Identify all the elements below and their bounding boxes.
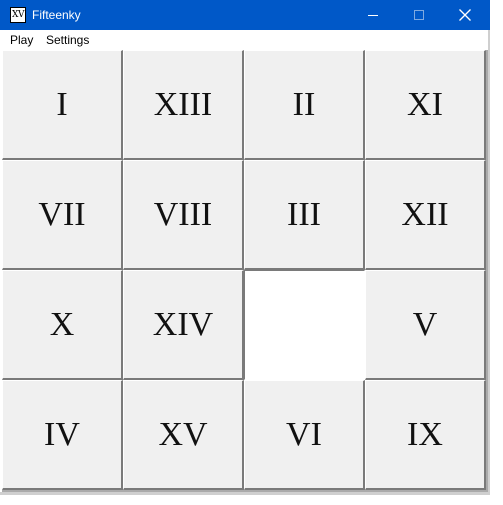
tile[interactable]: XIV — [123, 270, 244, 380]
tile[interactable]: X — [2, 270, 123, 380]
tile[interactable]: XII — [365, 160, 486, 270]
close-icon — [459, 9, 471, 21]
app-icon: XV — [10, 7, 26, 23]
tile[interactable]: XI — [365, 50, 486, 160]
menu-settings[interactable]: Settings — [46, 30, 89, 50]
app-window: XV Fifteenky Play Settings I XIII II XI — [0, 0, 490, 495]
tile[interactable]: IV — [2, 380, 123, 490]
minimize-icon — [368, 15, 378, 16]
tile[interactable]: I — [2, 50, 123, 160]
window-frame-bottom — [0, 492, 490, 495]
minimize-button[interactable] — [350, 0, 396, 30]
tile[interactable]: XV — [123, 380, 244, 490]
tile[interactable]: V — [365, 270, 486, 380]
tile[interactable]: III — [244, 160, 365, 270]
close-button[interactable] — [442, 0, 488, 30]
tile[interactable]: IX — [365, 380, 486, 490]
puzzle-board: I XIII II XI VII VIII III XII X XIV V IV… — [2, 50, 488, 492]
tile[interactable]: II — [244, 50, 365, 160]
menu-play[interactable]: Play — [10, 30, 33, 50]
window-frame-right — [488, 30, 490, 495]
title-bar[interactable]: XV Fifteenky — [0, 0, 490, 30]
menu-bar: Play Settings — [0, 30, 490, 50]
tile[interactable]: XIII — [123, 50, 244, 160]
maximize-icon — [414, 10, 424, 20]
empty-cell — [244, 270, 365, 380]
tile[interactable]: VIII — [123, 160, 244, 270]
tile[interactable]: VI — [244, 380, 365, 490]
window-title: Fifteenky — [32, 8, 81, 22]
tile[interactable]: VII — [2, 160, 123, 270]
maximize-button[interactable] — [396, 0, 442, 30]
